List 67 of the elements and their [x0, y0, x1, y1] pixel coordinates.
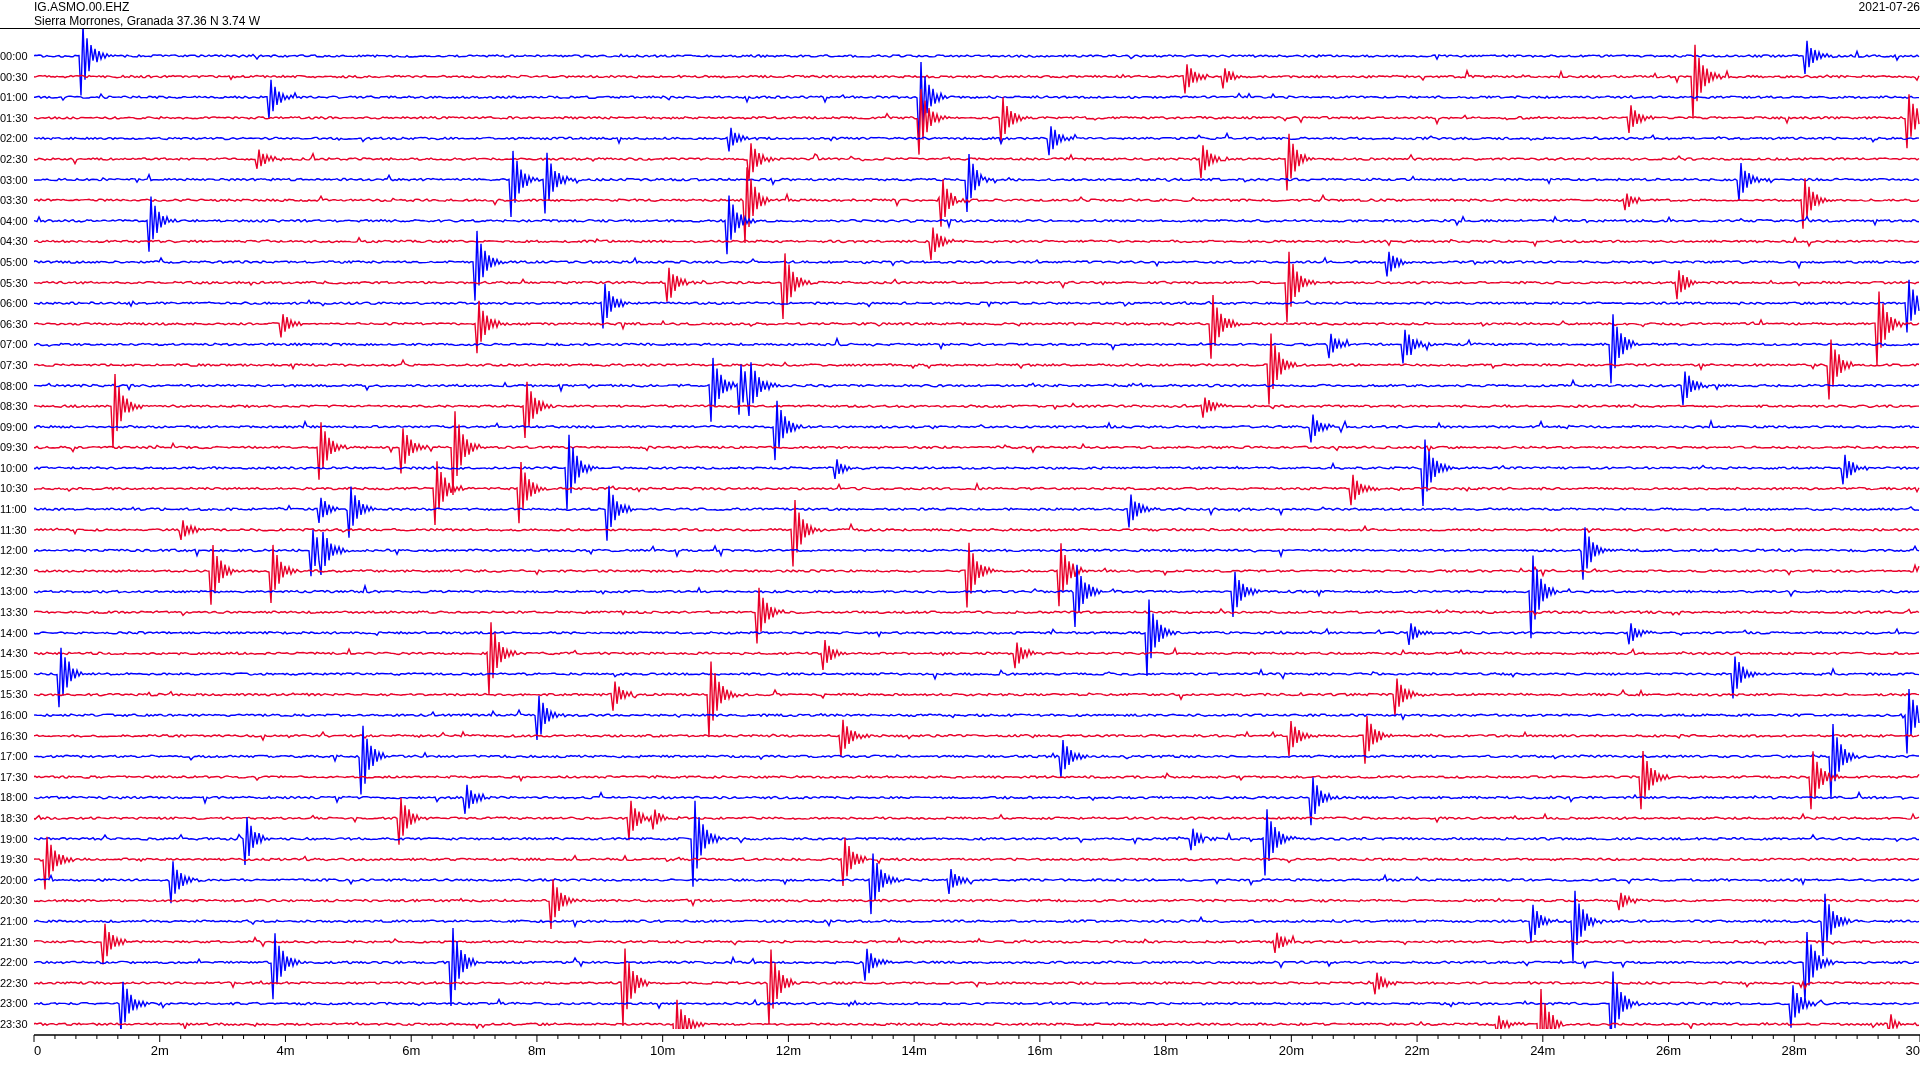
axis-label: 28m [1781, 1043, 1807, 1058]
time-label: 11:30 [0, 522, 28, 538]
time-label: 14:30 [0, 646, 29, 662]
axis-label: 18m [1152, 1043, 1179, 1058]
time-label: 20:00 [0, 872, 29, 888]
time-label: 10:00 [0, 460, 29, 476]
time-label: 01:00 [0, 90, 29, 106]
time-label: 02:30 [0, 151, 29, 167]
time-label: 15:30 [0, 687, 29, 703]
station-code: IG.ASMO.00.EHZ [34, 0, 131, 14]
time-label: 15:00 [0, 666, 29, 682]
time-label: 23:00 [0, 996, 29, 1012]
axis-label: 22m [1404, 1043, 1430, 1058]
time-label: 08:00 [0, 378, 29, 394]
time-label: 19:30 [0, 852, 29, 868]
axis-label: 14m [901, 1043, 927, 1058]
time-label: 07:00 [0, 337, 29, 353]
time-label: 23:30 [0, 1016, 29, 1032]
time-label: 19:00 [0, 831, 29, 847]
time-label: 22:30 [0, 975, 29, 991]
time-label: 16:00 [0, 708, 29, 723]
axis-label: 24m [1530, 1043, 1556, 1058]
axis-label: 12m [775, 1043, 802, 1058]
time-label: 12:30 [0, 563, 29, 579]
time-label: 12:00 [0, 543, 29, 559]
time-label: 13:30 [0, 605, 29, 621]
axis-label: 8m [527, 1043, 546, 1058]
time-label: 05:00 [0, 254, 29, 270]
time-label: 04:30 [0, 234, 29, 250]
time-label: 04:00 [0, 213, 29, 229]
time-label: 06:30 [0, 316, 29, 332]
time-label: 02:00 [0, 131, 29, 147]
time-label: 03:30 [0, 193, 29, 209]
time-label: 00:00 [0, 49, 29, 64]
time-label: 18:00 [0, 790, 29, 806]
time-label: 21:00 [0, 913, 29, 929]
axis-label: 10m [650, 1043, 676, 1058]
time-label: 00:30 [0, 69, 29, 85]
time-label: 17:30 [0, 769, 29, 785]
axis-label: 4m [276, 1043, 295, 1058]
time-label: 09:00 [0, 419, 29, 435]
axis-label: 2m [150, 1043, 169, 1058]
time-label: 06:00 [0, 296, 29, 312]
axis-label: 26m [1655, 1043, 1682, 1058]
time-label: 11:00 [0, 502, 28, 518]
time-label: 10:30 [0, 481, 29, 497]
time-label: 17:00 [0, 749, 29, 765]
axis-label: 16m [1027, 1043, 1053, 1058]
axis-label: 6m [402, 1043, 421, 1058]
time-label: 01:30 [0, 110, 29, 126]
time-label: 03:00 [0, 172, 29, 188]
time-label: 08:30 [0, 399, 29, 415]
plot-date: 2021-07-26 [1858, 0, 1920, 14]
time-label: 22:00 [0, 955, 29, 971]
time-label: 21:30 [0, 934, 29, 950]
time-label: 07:30 [0, 357, 29, 373]
axis-label: 30 [1905, 1043, 1920, 1058]
time-label: 20:30 [0, 893, 29, 909]
time-label: 14:00 [0, 625, 29, 641]
time-label: 13:00 [0, 584, 29, 600]
axis-label: 0 [34, 1043, 42, 1058]
time-label: 16:30 [0, 728, 29, 744]
time-label: 18:30 [0, 810, 29, 826]
station-location: Sierra Morrones, Granada 37.36 N 3.74 W [34, 14, 261, 28]
time-label: 09:30 [0, 440, 29, 456]
axis-label: 20m [1278, 1043, 1304, 1058]
time-label: 05:30 [0, 275, 29, 291]
